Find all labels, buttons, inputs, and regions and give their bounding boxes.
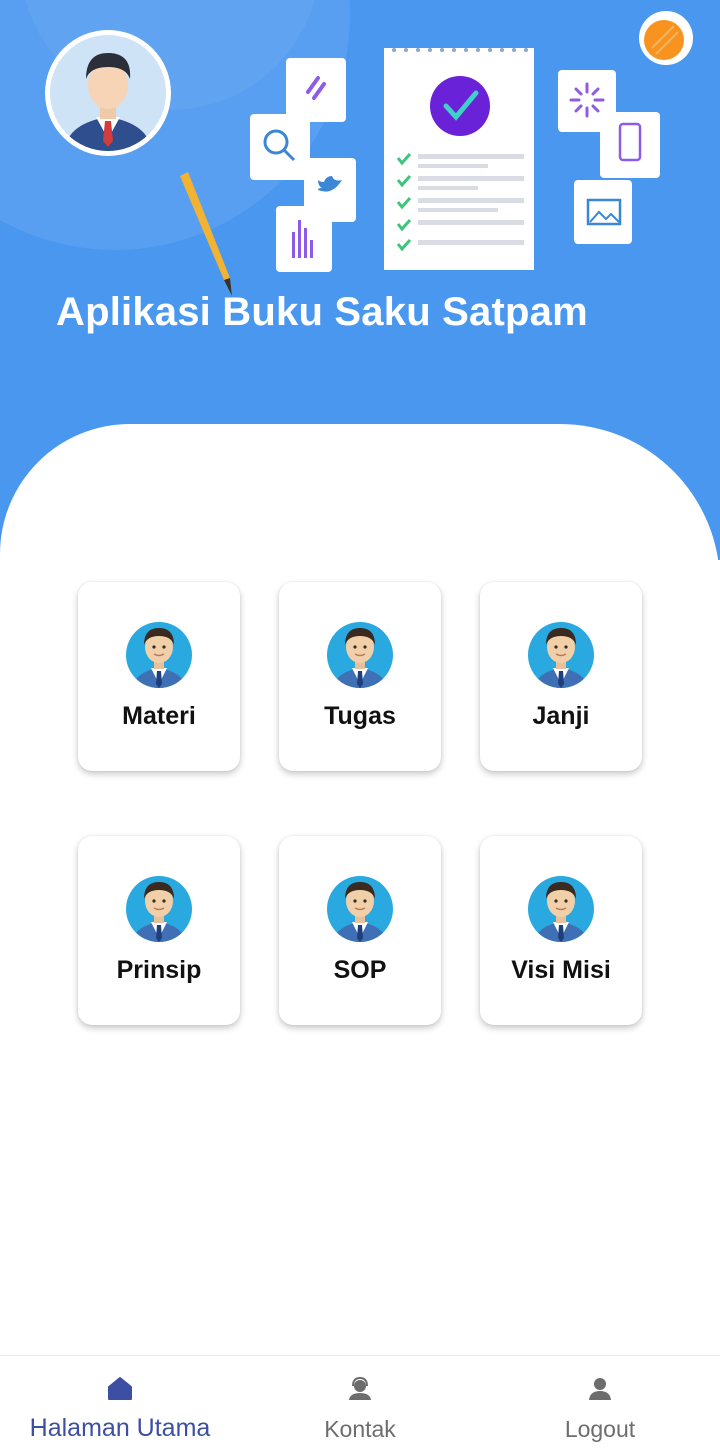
menu-card-label: SOP [333,956,387,984]
search-icon [250,114,310,180]
security-guard-icon [326,872,394,946]
nav-item-contact[interactable]: Kontak [240,1356,480,1452]
security-guard-icon [527,872,595,946]
menu-card-label: Visi Misi [511,956,611,984]
chart-icon [276,206,332,272]
contact-support-icon [349,1376,371,1400]
user-icon [589,1378,611,1400]
home-icon [108,1377,132,1400]
security-guard-icon [527,618,595,692]
security-guard-icon [326,618,394,692]
avatar-icon [50,35,166,151]
nav-item-home[interactable]: Halaman Utama [0,1356,240,1452]
nav-label-logout: Logout [564,1416,636,1442]
menu-card-sop[interactable]: SOP [279,836,441,1025]
menu-card-label: Materi [122,702,196,730]
menu-card-prinsip[interactable]: Prinsip [78,836,240,1025]
menu-card-tugas[interactable]: Tugas [279,582,441,771]
pencil-icon [180,172,232,296]
nav-label-contact: Kontak [324,1416,396,1442]
bottom-navigation: Halaman Utama Kontak Logout [0,1355,720,1452]
security-guard-icon [125,618,193,692]
menu-card-label: Janji [532,702,590,730]
menu-card-visi-misi[interactable]: Visi Misi [480,836,642,1025]
mobile-icon [600,112,660,178]
menu-card-materi[interactable]: Materi [78,582,240,771]
security-guard-icon [125,872,193,946]
profile-avatar[interactable] [45,30,171,156]
menu-card-label: Prinsip [116,956,202,984]
link-icon [286,58,346,122]
app-title: Aplikasi Buku Saku Satpam [56,290,588,334]
coin-icon [639,11,693,65]
nav-label-home: Halaman Utama [29,1414,211,1442]
menu-card-label: Tugas [324,702,396,730]
clipboard-icon [384,48,534,270]
menu-card-janji[interactable]: Janji [480,582,642,771]
nav-item-logout[interactable]: Logout [480,1356,720,1452]
image-icon [574,180,632,244]
